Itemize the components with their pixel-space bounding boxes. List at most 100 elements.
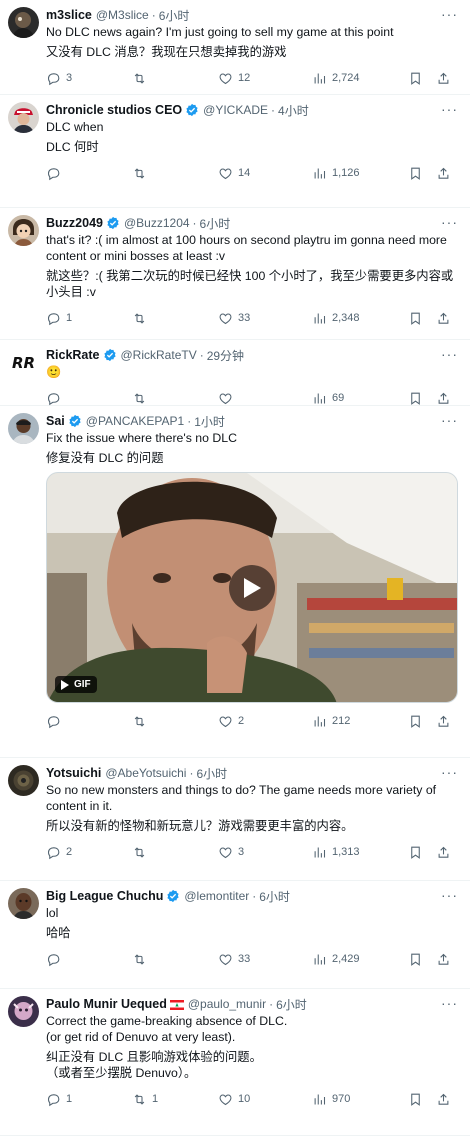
- views-button[interactable]: 2,348: [312, 311, 408, 326]
- tweet[interactable]: Sai @PANCAKEPAP1 · 1小时 ··· Fix the issue wher…: [0, 406, 470, 758]
- reply-button[interactable]: 2: [46, 845, 132, 860]
- bookmark-button[interactable]: [408, 311, 436, 326]
- user-handle[interactable]: @paulo_munir: [188, 997, 266, 1011]
- more-icon[interactable]: ···: [441, 101, 458, 117]
- display-name[interactable]: RickRate: [46, 348, 100, 362]
- share-button[interactable]: [436, 1092, 451, 1107]
- share-button[interactable]: [436, 952, 451, 967]
- user-handle[interactable]: @lemontiter: [184, 889, 249, 903]
- bookmark-button[interactable]: [408, 166, 436, 181]
- retweet-button[interactable]: 1: [132, 1092, 218, 1107]
- share-button[interactable]: [436, 71, 451, 86]
- reply-button[interactable]: 1: [46, 1092, 132, 1107]
- retweet-button[interactable]: [132, 845, 218, 860]
- bookmark-icon: [408, 71, 423, 86]
- timestamp[interactable]: 6小时: [276, 996, 307, 1013]
- more-icon[interactable]: ···: [441, 995, 458, 1011]
- avatar[interactable]: RR: [8, 347, 39, 378]
- bookmark-button[interactable]: [408, 71, 436, 86]
- avatar[interactable]: [8, 765, 39, 796]
- more-icon[interactable]: ···: [441, 346, 458, 362]
- share-button[interactable]: [436, 311, 451, 326]
- tweet[interactable]: Buzz2049 @Buzz1204 · 6小时 ··· that's it? :( im…: [0, 208, 470, 340]
- display-name[interactable]: m3slice: [46, 8, 92, 22]
- user-handle[interactable]: @YICKADE: [203, 103, 268, 117]
- display-name[interactable]: Paulo Munir Uequed: [46, 997, 167, 1011]
- more-icon[interactable]: ···: [441, 764, 458, 780]
- retweet-button[interactable]: [132, 714, 218, 729]
- timestamp[interactable]: 6小时: [159, 7, 190, 24]
- gif-media[interactable]: GIF: [46, 472, 458, 703]
- like-button[interactable]: 12: [218, 71, 312, 86]
- bookmark-button[interactable]: [408, 1092, 436, 1107]
- avatar[interactable]: [8, 102, 39, 133]
- bookmark-button[interactable]: [408, 714, 436, 729]
- share-button[interactable]: [436, 845, 451, 860]
- tweet[interactable]: Chronicle studios CEO @YICKADE · 4小时 ··· DLC …: [0, 95, 470, 208]
- views-button[interactable]: 212: [312, 714, 408, 729]
- user-handle[interactable]: @Buzz1204: [124, 216, 190, 230]
- retweet-button[interactable]: [132, 311, 218, 326]
- like-button[interactable]: 14: [218, 166, 312, 181]
- like-button[interactable]: 3: [218, 845, 312, 860]
- avatar[interactable]: [8, 996, 39, 1027]
- display-name[interactable]: Chronicle studios CEO: [46, 103, 182, 117]
- bookmark-button[interactable]: [408, 845, 436, 860]
- more-icon[interactable]: ···: [441, 887, 458, 903]
- bookmark-button[interactable]: [408, 391, 436, 406]
- timestamp[interactable]: 1小时: [194, 413, 225, 430]
- share-button[interactable]: [436, 714, 451, 729]
- reply-button[interactable]: 1: [46, 311, 132, 326]
- views-button[interactable]: 1,313: [312, 845, 408, 860]
- reply-button[interactable]: 3: [46, 71, 132, 86]
- display-name[interactable]: Sai: [46, 414, 65, 428]
- more-icon[interactable]: ···: [441, 6, 458, 22]
- avatar[interactable]: [8, 7, 39, 38]
- reply-button[interactable]: [46, 391, 132, 406]
- retweet-button[interactable]: [132, 952, 218, 967]
- tweet[interactable]: m3slice @M3slice · 6小时 ··· No DLC news again?…: [0, 0, 470, 95]
- avatar[interactable]: [8, 215, 39, 246]
- views-button[interactable]: 2,429: [312, 952, 408, 967]
- timestamp[interactable]: 6小时: [200, 215, 231, 232]
- avatar[interactable]: [8, 888, 39, 919]
- display-name[interactable]: Big League Chuchu: [46, 889, 163, 903]
- timestamp[interactable]: 6小时: [259, 888, 290, 905]
- verified-icon: [103, 348, 117, 362]
- avatar[interactable]: [8, 413, 39, 444]
- timestamp[interactable]: 4小时: [278, 102, 309, 119]
- retweet-button[interactable]: [132, 71, 218, 86]
- reply-button[interactable]: [46, 952, 132, 967]
- like-button[interactable]: 33: [218, 311, 312, 326]
- user-handle[interactable]: @RickRateTV: [121, 348, 197, 362]
- user-handle[interactable]: @M3slice: [96, 8, 149, 22]
- tweet[interactable]: RR RickRate @RickRateTV · 29分钟 ··· 🙂 69: [0, 340, 470, 406]
- like-button[interactable]: [218, 391, 312, 406]
- views-button[interactable]: 69: [312, 391, 408, 406]
- bookmark-button[interactable]: [408, 952, 436, 967]
- tweet[interactable]: Big League Chuchu @lemontiter · 6小时 ··· lol 哈哈…: [0, 881, 470, 989]
- reply-button[interactable]: [46, 166, 132, 181]
- like-button[interactable]: 2: [218, 714, 312, 729]
- display-name[interactable]: Buzz2049: [46, 216, 103, 230]
- tweet[interactable]: Paulo Munir Uequed @paulo_munir · 6小时 ··· Cor…: [0, 989, 470, 1136]
- tweet[interactable]: Yotsuichi @AbeYotsuichi · 6小时 ··· So no new m…: [0, 758, 470, 881]
- like-button[interactable]: 10: [218, 1092, 312, 1107]
- retweet-button[interactable]: [132, 166, 218, 181]
- play-button[interactable]: [229, 565, 275, 611]
- user-handle[interactable]: @PANCAKEPAP1: [86, 414, 184, 428]
- share-button[interactable]: [436, 166, 451, 181]
- retweet-button[interactable]: [132, 391, 218, 406]
- timestamp[interactable]: 6小时: [196, 765, 227, 782]
- display-name[interactable]: Yotsuichi: [46, 766, 101, 780]
- like-button[interactable]: 33: [218, 952, 312, 967]
- more-icon[interactable]: ···: [441, 214, 458, 230]
- reply-button[interactable]: [46, 714, 132, 729]
- share-button[interactable]: [436, 391, 451, 406]
- views-button[interactable]: 2,724: [312, 71, 408, 86]
- more-icon[interactable]: ···: [441, 412, 458, 428]
- views-button[interactable]: 970: [312, 1092, 408, 1107]
- user-handle[interactable]: @AbeYotsuichi: [105, 766, 186, 780]
- views-button[interactable]: 1,126: [312, 166, 408, 181]
- timestamp[interactable]: 29分钟: [207, 347, 244, 364]
